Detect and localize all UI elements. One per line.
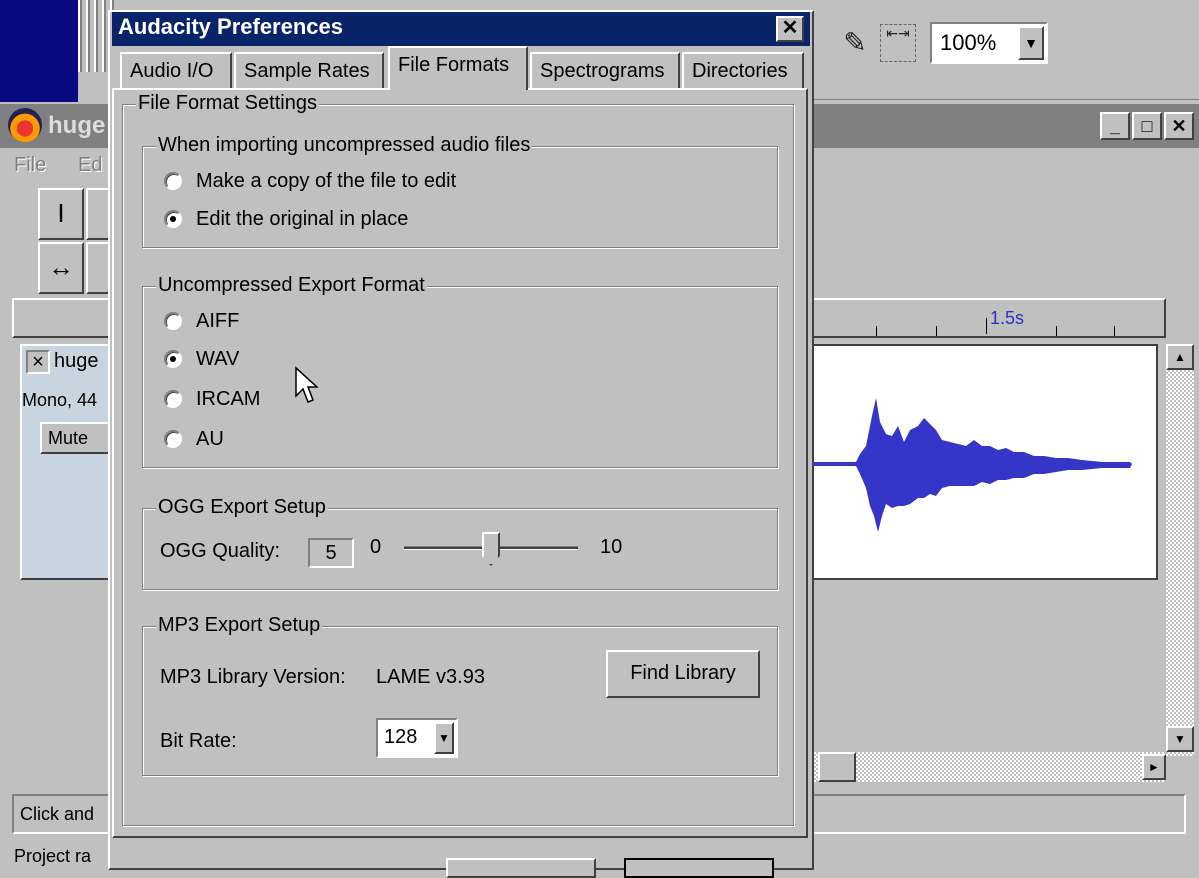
horizontal-scroll-thumb[interactable] <box>818 752 856 782</box>
project-window-title: huge <box>48 112 106 139</box>
waveform-graphic <box>812 398 1132 532</box>
slider-min-label: 0 <box>370 536 382 558</box>
mp3-library-value: LAME v3.93 <box>376 666 485 688</box>
track-control-panel <box>20 344 112 580</box>
tab-spectrograms[interactable]: Spectrograms <box>530 52 680 88</box>
importing-group <box>142 146 778 248</box>
radio-au[interactable] <box>164 430 182 448</box>
mp3-library-label: MP3 Library Version: <box>160 666 346 688</box>
close-button[interactable]: ✕ <box>1164 112 1194 140</box>
radio-selected-dot <box>170 356 176 362</box>
ruler-tick <box>936 326 937 336</box>
waveform-display[interactable] <box>812 344 1158 580</box>
radio-edit-original-label[interactable]: Edit the original in place <box>196 208 408 231</box>
timeline-ruler-left <box>12 298 112 338</box>
radio-ircam[interactable] <box>164 390 182 408</box>
radio-aiff-label[interactable]: AIFF <box>196 310 239 333</box>
radio-copy-file-label[interactable]: Make a copy of the file to edit <box>196 170 456 193</box>
bitrate-label: Bit Rate: <box>160 730 237 752</box>
ruler-tick <box>986 318 987 334</box>
time-shift-tool-icon[interactable]: ↔ <box>38 242 84 294</box>
selection-tool-icon[interactable]: I <box>38 188 84 240</box>
ruler-tick <box>876 326 877 336</box>
radio-wav[interactable] <box>164 350 182 368</box>
track-close-icon[interactable]: × <box>26 350 50 374</box>
draw-tool-icon[interactable]: ✎ <box>838 26 872 60</box>
minimize-button[interactable]: _ <box>1100 112 1130 140</box>
file-format-settings-legend: File Format Settings <box>136 92 319 115</box>
track-format: Mono, 44 <box>22 390 98 410</box>
status-bar <box>812 794 1186 834</box>
find-library-button[interactable]: Find Library <box>606 650 760 698</box>
ruler-tick <box>1056 326 1057 336</box>
mp3-export-group <box>142 626 778 776</box>
slider-max-label: 10 <box>600 536 623 558</box>
menu-file[interactable]: File <box>14 154 46 177</box>
waveform-shape <box>812 398 1132 532</box>
audacity-logo-icon <box>8 108 42 142</box>
tab-directories[interactable]: Directories <box>682 52 804 88</box>
scroll-up-icon[interactable]: ▲ <box>1166 344 1194 370</box>
vertical-scrollbar[interactable] <box>1166 344 1194 756</box>
track-area-bottom <box>0 752 112 782</box>
tab-audio-io[interactable]: Audio I/O <box>120 52 232 88</box>
chevron-down-icon[interactable]: ▼ <box>434 722 454 754</box>
maximize-button[interactable]: □ <box>1132 112 1162 140</box>
fit-in-window-icon[interactable]: ⇤⇥ <box>880 24 916 62</box>
close-icon[interactable]: ✕ <box>776 16 804 42</box>
ok-button[interactable] <box>446 858 596 878</box>
radio-edit-original[interactable] <box>164 210 182 228</box>
radio-au-label[interactable]: AU <box>196 428 224 451</box>
scroll-down-icon[interactable]: ▼ <box>1166 726 1194 752</box>
track-name[interactable]: huge <box>54 350 99 373</box>
ruler-label: 1.5s <box>990 308 1025 328</box>
radio-selected-dot <box>170 216 176 222</box>
export-format-legend: Uncompressed Export Format <box>156 274 427 297</box>
tab-file-formats[interactable]: File Formats <box>388 46 528 90</box>
radio-wav-label[interactable]: WAV <box>196 348 239 371</box>
radio-copy-file[interactable] <box>164 172 182 190</box>
mp3-export-legend: MP3 Export Setup <box>156 614 323 637</box>
mouse-cursor-icon <box>295 366 318 403</box>
horizontal-scrollbar[interactable] <box>812 752 1166 782</box>
chevron-down-icon[interactable]: ▼ <box>1018 26 1044 60</box>
tab-sample-rates[interactable]: Sample Rates <box>234 52 384 88</box>
ogg-export-legend: OGG Export Setup <box>156 496 328 519</box>
default-button[interactable] <box>624 858 774 878</box>
radio-ircam-label[interactable]: IRCAM <box>196 388 260 411</box>
importing-legend: When importing uncompressed audio files <box>156 134 533 157</box>
ruler-tick <box>1114 326 1115 336</box>
scroll-right-icon[interactable]: ► <box>1142 754 1166 780</box>
timeline-ruler[interactable] <box>812 298 1166 338</box>
project-rate-label: Project ra <box>14 846 92 866</box>
menu-edit[interactable]: Ed <box>78 154 102 177</box>
desktop-background <box>0 0 78 102</box>
mute-button[interactable]: Mute <box>40 422 112 454</box>
radio-aiff[interactable] <box>164 312 182 330</box>
ogg-quality-label: OGG Quality: <box>160 540 281 562</box>
ogg-quality-value: 5 <box>308 538 354 568</box>
status-bar-text: Click and <box>12 794 112 834</box>
dialog-title: Audacity Preferences <box>118 14 343 39</box>
